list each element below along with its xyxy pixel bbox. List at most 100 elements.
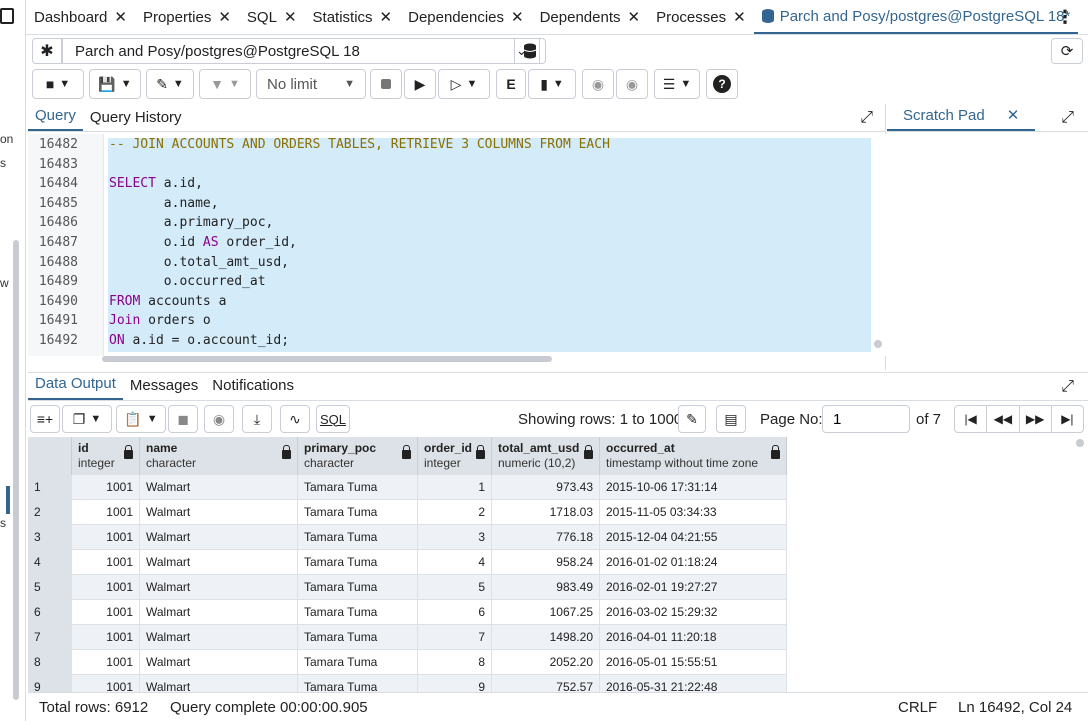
table-cell[interactable]: Walmart <box>140 500 298 525</box>
close-icon[interactable]: ✕ <box>284 8 297 26</box>
table-cell[interactable]: 1498.20 <box>492 625 600 650</box>
table-row[interactable]: 2 1001 Walmart Tamara Tuma 2 1718.03 2015-11-0… <box>28 500 787 525</box>
table-cell[interactable]: 973.43 <box>492 475 600 500</box>
table-cell[interactable]: Tamara Tuma <box>298 550 418 575</box>
table-row[interactable]: 7 1001 Walmart Tamara Tuma 7 1498.20 2016-04-0… <box>28 625 787 650</box>
download-button[interactable]: ⤓ <box>242 405 272 433</box>
table-cell[interactable]: Walmart <box>140 675 298 693</box>
add-row-button[interactable]: ≡+ <box>30 405 60 433</box>
table-cell[interactable]: 2016-02-01 19:27:27 <box>600 575 787 600</box>
save-data-button[interactable]: ◉ <box>204 405 234 433</box>
table-row[interactable]: 9 1001 Walmart Tamara Tuma 9 752.57 2016-05-31… <box>28 675 787 693</box>
column-header-total-amt-usd[interactable]: total_amt_usd numeric (10,2) <box>492 437 600 475</box>
delete-button[interactable]: ◼ <box>168 405 198 433</box>
editor-horizontal-scrollbar[interactable] <box>102 356 552 362</box>
close-icon[interactable]: ✕ <box>628 8 641 26</box>
open-file-button[interactable]: ■ ▼ <box>32 69 84 99</box>
table-cell[interactable]: 1067.25 <box>492 600 600 625</box>
table-cell[interactable]: 8 <box>418 650 492 675</box>
table-cell[interactable]: Tamara Tuma <box>298 675 418 693</box>
expand-icon[interactable]: ⤢ <box>860 109 873 127</box>
table-cell[interactable]: 983.49 <box>492 575 600 600</box>
table-cell[interactable]: 776.18 <box>492 525 600 550</box>
commit-button[interactable]: ◉ <box>582 69 614 99</box>
table-cell[interactable]: Walmart <box>140 475 298 500</box>
filter-button[interactable]: ▼ ▼ <box>199 69 251 99</box>
column-header-primary-poc[interactable]: primary_poc character <box>298 437 418 475</box>
tab-sql[interactable]: SQL ✕ <box>239 0 305 34</box>
table-cell[interactable]: 9 <box>418 675 492 693</box>
database-icon-button[interactable] <box>514 38 546 64</box>
save-file-button[interactable]: 💾 ▼ <box>89 69 141 99</box>
table-cell[interactable]: Tamara Tuma <box>298 625 418 650</box>
table-row[interactable]: 6 1001 Walmart Tamara Tuma 6 1067.25 2016-03-0… <box>28 600 787 625</box>
table-cell[interactable]: 2016-05-01 15:55:51 <box>600 650 787 675</box>
layout-button[interactable]: ▤ <box>716 405 746 433</box>
table-cell[interactable]: 1001 <box>72 550 140 575</box>
row-number[interactable]: 1 <box>28 475 72 500</box>
graph-button[interactable]: ∿ <box>280 405 310 433</box>
close-icon[interactable]: ✕ <box>733 8 746 26</box>
column-header-id[interactable]: id integer <box>72 437 140 475</box>
explorer-scrollbar[interactable] <box>13 240 19 700</box>
reset-layout-icon[interactable]: ⟳ <box>1051 38 1083 64</box>
panel-icon[interactable] <box>0 8 14 24</box>
table-cell[interactable]: 7 <box>418 625 492 650</box>
tab-data-output[interactable]: Data Output <box>28 375 123 400</box>
close-icon[interactable]: ✕ <box>511 8 524 26</box>
table-cell[interactable]: 6 <box>418 600 492 625</box>
table-cell[interactable]: Walmart <box>140 600 298 625</box>
chart-button[interactable]: ▮ ▼ <box>528 69 576 99</box>
connection-select[interactable]: Parch and Posy/postgres@PostgreSQL 18 ⌄ <box>62 38 540 64</box>
table-cell[interactable]: Walmart <box>140 550 298 575</box>
table-cell[interactable]: 2052.20 <box>492 650 600 675</box>
tab-properties[interactable]: Properties ✕ <box>135 0 239 34</box>
help-button[interactable]: ? <box>706 69 738 99</box>
table-row[interactable]: 5 1001 Walmart Tamara Tuma 5 983.49 2016-02-01… <box>28 575 787 600</box>
table-cell[interactable]: 1001 <box>72 500 140 525</box>
grid-vertical-scrollbar[interactable] <box>1076 439 1084 447</box>
table-cell[interactable]: 2016-03-02 15:29:32 <box>600 600 787 625</box>
table-cell[interactable]: Tamara Tuma <box>298 600 418 625</box>
table-cell[interactable]: 1001 <box>72 650 140 675</box>
row-number[interactable]: 7 <box>28 625 72 650</box>
table-cell[interactable]: 2 <box>418 500 492 525</box>
table-cell[interactable]: 958.24 <box>492 550 600 575</box>
table-cell[interactable]: 1001 <box>72 575 140 600</box>
edit-range-button[interactable]: ✎ <box>678 405 706 433</box>
table-cell[interactable]: 1001 <box>72 600 140 625</box>
row-limit-select[interactable]: No limit ▼ <box>256 69 366 99</box>
table-cell[interactable]: 1001 <box>72 525 140 550</box>
copy-button[interactable]: ❐ ▼ <box>62 405 112 433</box>
column-header-occurred-at[interactable]: occurred_at timestamp without time zone <box>600 437 787 475</box>
table-row[interactable]: 1 1001 Walmart Tamara Tuma 1 973.43 2015-10-06… <box>28 475 787 500</box>
tab-processes[interactable]: Processes ✕ <box>648 0 754 34</box>
tab-dependencies[interactable]: Dependencies ✕ <box>400 0 531 34</box>
row-number[interactable]: 8 <box>28 650 72 675</box>
edit-button[interactable]: ✎ ▼ <box>146 69 194 99</box>
tab-query[interactable]: Query <box>28 107 83 131</box>
row-number[interactable]: 5 <box>28 575 72 600</box>
tab-statistics[interactable]: Statistics ✕ <box>305 0 401 34</box>
table-cell[interactable]: Walmart <box>140 625 298 650</box>
macros-button[interactable]: ☰ ▼ <box>654 69 700 99</box>
column-header-name[interactable]: name character <box>140 437 298 475</box>
stop-button[interactable] <box>370 69 402 99</box>
table-cell[interactable]: 2016-04-01 11:20:18 <box>600 625 787 650</box>
tab-dependents[interactable]: Dependents ✕ <box>532 0 648 34</box>
table-cell[interactable]: 5 <box>418 575 492 600</box>
explain-analyze-button[interactable]: E <box>496 69 526 99</box>
execute-button[interactable]: ▶ <box>404 69 436 99</box>
grid-corner[interactable] <box>28 437 72 475</box>
editor-vertical-scrollbar[interactable] <box>874 340 882 348</box>
column-header-order-id[interactable]: order_id integer <box>418 437 492 475</box>
tab-scratch-pad[interactable]: Scratch Pad ✕ <box>887 106 1036 131</box>
table-cell[interactable]: 2015-12-04 04:21:55 <box>600 525 787 550</box>
explain-button[interactable]: ▷ ▼ <box>438 69 490 99</box>
row-number[interactable]: 3 <box>28 525 72 550</box>
table-cell[interactable]: Walmart <box>140 525 298 550</box>
rollback-button[interactable]: ◉ <box>616 69 648 99</box>
connection-status-icon[interactable]: ✱ <box>32 38 62 64</box>
table-cell[interactable]: 2016-05-31 21:22:48 <box>600 675 787 693</box>
last-page-icon[interactable]: ▶| <box>1052 406 1083 432</box>
